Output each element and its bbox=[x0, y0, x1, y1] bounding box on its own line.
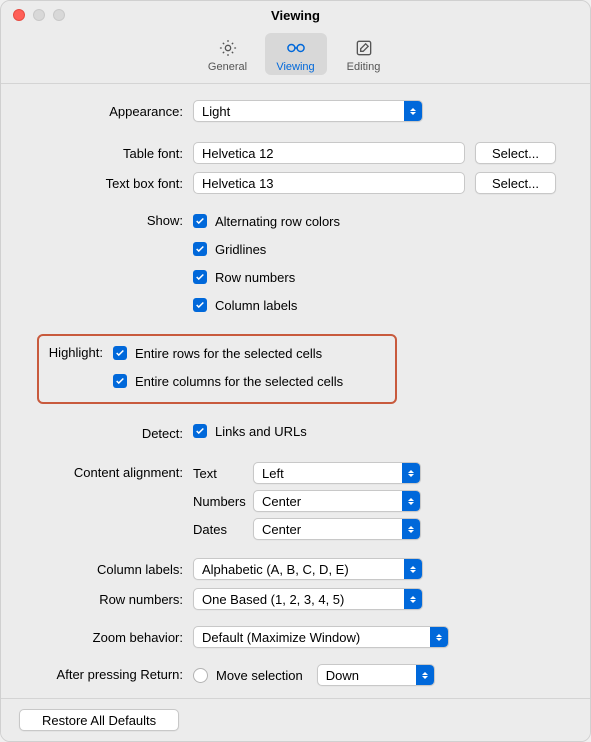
check-highlight-rows[interactable] bbox=[113, 346, 127, 360]
alignment-numbers-value: Center bbox=[262, 494, 301, 509]
table-font-value: Helvetica 12 bbox=[202, 146, 274, 161]
textbox-font-field[interactable]: Helvetica 13 bbox=[193, 172, 465, 194]
row-numbers-label: Row numbers: bbox=[23, 592, 193, 607]
highlight-annotation-box: Highlight: Entire rows for the selected … bbox=[37, 334, 397, 404]
check-highlight-cols[interactable] bbox=[113, 374, 127, 388]
alignment-text-value: Left bbox=[262, 466, 284, 481]
textbox-font-label: Text box font: bbox=[23, 176, 193, 191]
check-alt-row-colors[interactable] bbox=[193, 214, 207, 228]
table-font-select-button[interactable]: Select... bbox=[475, 142, 556, 164]
tab-viewing-label: Viewing bbox=[267, 61, 325, 73]
show-label: Show: bbox=[23, 210, 193, 228]
tab-general[interactable]: General bbox=[197, 33, 259, 75]
dropdown-stepper-icon bbox=[404, 101, 422, 121]
check-highlight-cols-label: Entire columns for the selected cells bbox=[135, 374, 343, 389]
tab-viewing[interactable]: Viewing bbox=[265, 33, 327, 75]
titlebar: Viewing bbox=[1, 1, 590, 29]
preferences-window: Viewing General Viewing bbox=[0, 0, 591, 742]
appearance-label: Appearance: bbox=[23, 104, 193, 119]
dropdown-stepper-icon bbox=[404, 589, 422, 609]
column-labels-value: Alphabetic (A, B, C, D, E) bbox=[202, 562, 349, 577]
textbox-font-select-button[interactable]: Select... bbox=[475, 172, 556, 194]
content-area: Appearance: Light Table font: Helvetica … bbox=[1, 84, 590, 698]
check-row-numbers-label: Row numbers bbox=[215, 270, 295, 285]
toolbar: General Viewing Editing bbox=[1, 29, 590, 84]
appearance-value: Light bbox=[202, 104, 230, 119]
alignment-numbers-label: Numbers bbox=[193, 494, 253, 509]
check-highlight-rows-label: Entire rows for the selected cells bbox=[135, 346, 322, 361]
row-numbers-select[interactable]: One Based (1, 2, 3, 4, 5) bbox=[193, 588, 423, 610]
alignment-text-label: Text bbox=[193, 466, 253, 481]
row-numbers-value: One Based (1, 2, 3, 4, 5) bbox=[202, 592, 344, 607]
window-title: Viewing bbox=[1, 8, 590, 23]
dropdown-stepper-icon bbox=[402, 519, 420, 539]
dropdown-stepper-icon bbox=[402, 463, 420, 483]
after-return-label: After pressing Return: bbox=[23, 664, 193, 682]
dropdown-stepper-icon bbox=[402, 491, 420, 511]
radio-move-selection-label: Move selection bbox=[216, 668, 303, 683]
highlight-label: Highlight: bbox=[43, 342, 113, 360]
zoom-behavior-select[interactable]: Default (Maximize Window) bbox=[193, 626, 449, 648]
check-column-labels[interactable] bbox=[193, 298, 207, 312]
move-direction-value: Down bbox=[326, 668, 359, 683]
alignment-text-select[interactable]: Left bbox=[253, 462, 421, 484]
appearance-select[interactable]: Light bbox=[193, 100, 423, 122]
column-labels-select[interactable]: Alphabetic (A, B, C, D, E) bbox=[193, 558, 423, 580]
footer: Restore All Defaults bbox=[1, 698, 590, 741]
check-links-label: Links and URLs bbox=[215, 424, 307, 439]
dropdown-stepper-icon bbox=[416, 665, 434, 685]
content-alignment-label: Content alignment: bbox=[23, 462, 193, 480]
table-font-field[interactable]: Helvetica 12 bbox=[193, 142, 465, 164]
radio-move-selection[interactable] bbox=[193, 668, 208, 683]
edit-icon bbox=[335, 37, 393, 59]
textbox-font-value: Helvetica 13 bbox=[202, 176, 274, 191]
column-labels-label: Column labels: bbox=[23, 562, 193, 577]
tab-general-label: General bbox=[199, 61, 257, 73]
glasses-icon bbox=[267, 37, 325, 59]
check-column-labels-label: Column labels bbox=[215, 298, 297, 313]
check-row-numbers[interactable] bbox=[193, 270, 207, 284]
check-gridlines-label: Gridlines bbox=[215, 242, 266, 257]
check-gridlines[interactable] bbox=[193, 242, 207, 256]
check-links[interactable] bbox=[193, 424, 207, 438]
alignment-dates-label: Dates bbox=[193, 522, 253, 537]
move-direction-select[interactable]: Down bbox=[317, 664, 435, 686]
dropdown-stepper-icon bbox=[404, 559, 422, 579]
alignment-numbers-select[interactable]: Center bbox=[253, 490, 421, 512]
restore-defaults-button[interactable]: Restore All Defaults bbox=[19, 709, 179, 731]
zoom-behavior-value: Default (Maximize Window) bbox=[202, 630, 360, 645]
table-font-label: Table font: bbox=[23, 146, 193, 161]
zoom-behavior-label: Zoom behavior: bbox=[23, 630, 193, 645]
gear-icon bbox=[199, 37, 257, 59]
tab-editing[interactable]: Editing bbox=[333, 33, 395, 75]
detect-label: Detect: bbox=[23, 426, 193, 441]
dropdown-stepper-icon bbox=[430, 627, 448, 647]
check-alt-row-colors-label: Alternating row colors bbox=[215, 214, 340, 229]
alignment-dates-value: Center bbox=[262, 522, 301, 537]
tab-editing-label: Editing bbox=[335, 61, 393, 73]
alignment-dates-select[interactable]: Center bbox=[253, 518, 421, 540]
